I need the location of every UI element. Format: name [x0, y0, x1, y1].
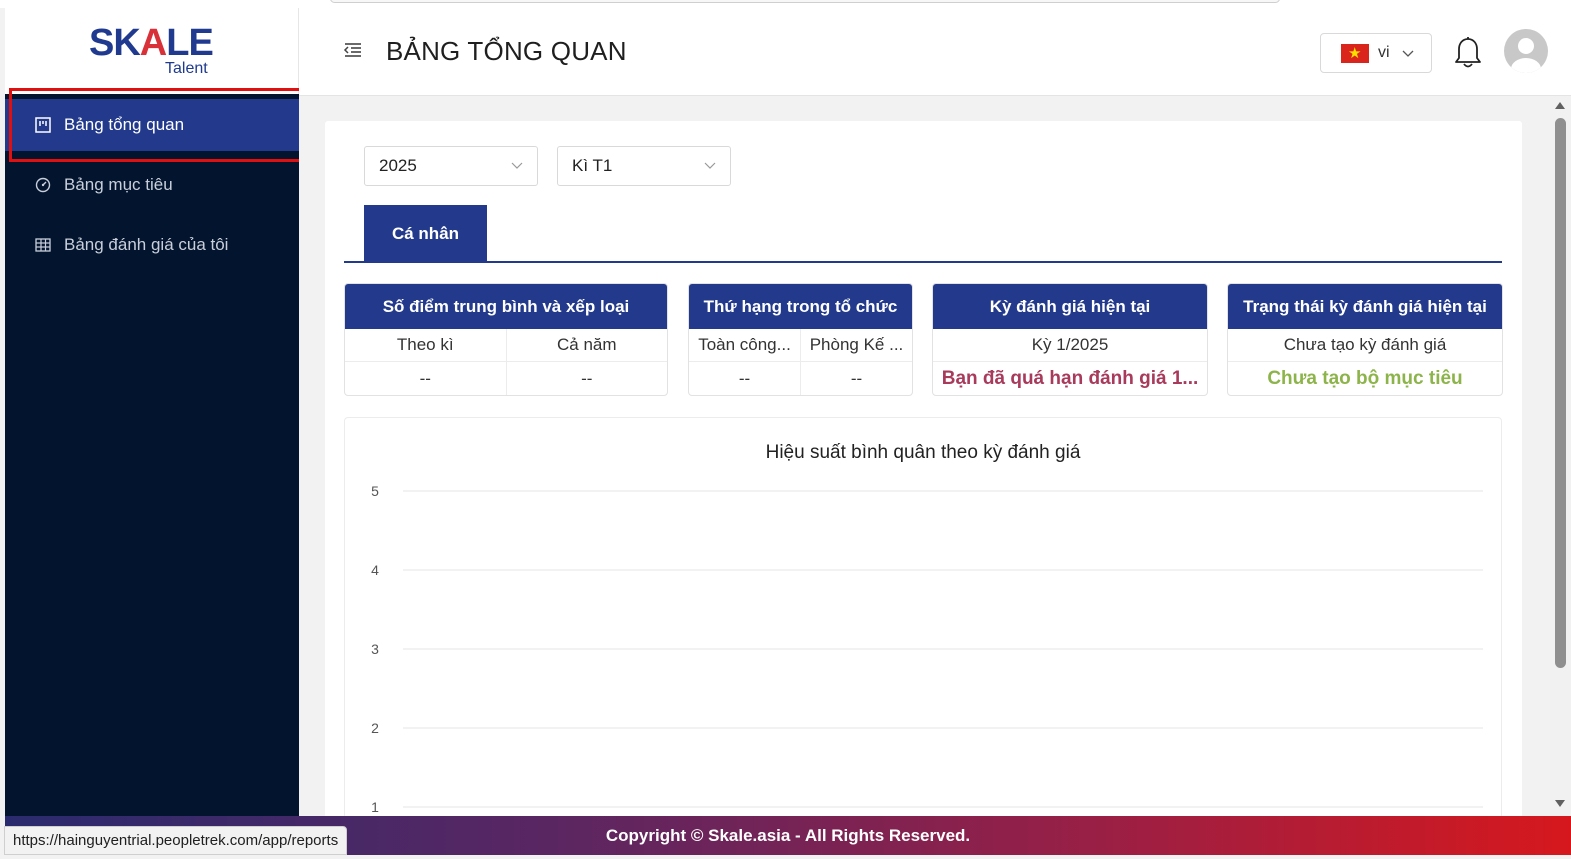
- stat-title: Kỳ đánh giá hiện tại: [933, 284, 1207, 329]
- overdue-warning[interactable]: Bạn đã quá hạn đánh giá 1...: [933, 362, 1207, 395]
- stat-col-label: Phòng Kế ...: [800, 329, 912, 361]
- period-select-value: Kì T1: [572, 156, 613, 175]
- stat-title: Trạng thái kỳ đánh giá hiện tại: [1228, 284, 1502, 329]
- chart-y-tick-label: 2: [371, 720, 379, 736]
- copyright-text: Copyright © Skale.asia - All Rights Rese…: [605, 825, 971, 845]
- year-select-value: 2025: [379, 156, 417, 175]
- bell-icon[interactable]: [1453, 36, 1483, 70]
- sidebar-item-goals[interactable]: Bảng mục tiêu: [5, 159, 299, 211]
- scroll-up-arrow-icon[interactable]: [1555, 102, 1565, 109]
- year-select[interactable]: 2025: [364, 146, 538, 186]
- logo[interactable]: SKALE Talent: [5, 8, 299, 94]
- status-bar-url: https://hainguyentrial.peopletrek.com/ap…: [4, 826, 348, 855]
- chevron-down-icon: [704, 162, 716, 169]
- scroll-down-arrow-icon[interactable]: [1555, 800, 1565, 807]
- period-select[interactable]: Kì T1: [557, 146, 731, 186]
- chart-y-tick-label: 5: [371, 483, 379, 499]
- main-content: 2025 Kì T1 Cá nhân Số điểm trung bình và…: [299, 96, 1550, 837]
- dashboard-icon: [35, 117, 51, 133]
- table-icon: [35, 238, 51, 252]
- scrollbar[interactable]: [1550, 96, 1571, 816]
- language-selector[interactable]: ★ vi: [1320, 33, 1432, 73]
- goal-status: Chưa tạo bộ mục tiêu: [1267, 367, 1463, 389]
- stat-current-period: Kỳ đánh giá hiện tại Kỳ 1/2025 Bạn đã qu…: [932, 283, 1208, 396]
- chart-y-tick-label: 4: [371, 562, 379, 578]
- menu-collapse-icon[interactable]: [343, 40, 363, 60]
- vietnam-flag-icon: ★: [1341, 43, 1369, 63]
- sidebar: SKALE Talent Bảng tổng quan Bảng mục tiê…: [5, 8, 299, 816]
- sidebar-item-my-reviews[interactable]: Bảng đánh giá của tôi: [5, 219, 299, 271]
- stat-value: --: [419, 368, 431, 388]
- chevron-down-icon: [1402, 50, 1414, 57]
- logo-subtitle: Talent: [165, 60, 208, 77]
- sidebar-item-label: Bảng tổng quan: [64, 115, 185, 134]
- chevron-down-icon: [511, 162, 523, 169]
- sidebar-item-label: Bảng đánh giá của tôi: [64, 235, 229, 254]
- stat-value: --: [738, 368, 751, 388]
- stat-average-score: Số điểm trung bình và xếp loại Theo kì C…: [344, 283, 668, 396]
- browser-top-strip: [0, 0, 1571, 8]
- stat-value: Kỳ 1/2025: [1031, 335, 1109, 354]
- stat-current-status: Trạng thái kỳ đánh giá hiện tại Chưa tạo…: [1227, 283, 1503, 396]
- scroll-thumb[interactable]: [1555, 118, 1566, 668]
- page-title: BẢNG TỔNG QUAN: [386, 36, 627, 66]
- stat-col-label: Theo kì: [396, 335, 454, 354]
- stat-value: Chưa tạo kỳ đánh giá: [1283, 335, 1447, 354]
- chart-y-tick-label: 3: [371, 641, 379, 657]
- logo-wordmark: SKALE: [89, 22, 214, 64]
- dashboard-card: 2025 Kì T1 Cá nhân Số điểm trung bình và…: [325, 121, 1522, 837]
- chart-plot: 5 4 3 2 1: [371, 483, 1483, 815]
- sidebar-item-dashboard[interactable]: Bảng tổng quan: [5, 99, 299, 151]
- tab-underline: [344, 261, 1502, 263]
- tab-personal[interactable]: Cá nhân: [364, 205, 487, 262]
- language-code: vi: [1378, 44, 1390, 61]
- stat-value: --: [505, 362, 668, 395]
- stat-value: --: [800, 362, 912, 395]
- user-icon: [1511, 38, 1541, 73]
- performance-chart: Hiệu suất bình quân theo kỳ đánh giá 543…: [344, 417, 1502, 837]
- sidebar-item-label: Bảng mục tiêu: [64, 175, 173, 194]
- chart-y-tick-label: 1: [371, 799, 379, 815]
- stat-col-label: Toàn công...: [698, 335, 791, 354]
- stat-title: Số điểm trung bình và xếp loại: [345, 284, 667, 329]
- header: BẢNG TỔNG QUAN ★ vi: [299, 8, 1571, 96]
- stat-col-label: Cả năm: [505, 329, 668, 361]
- avatar[interactable]: [1504, 29, 1548, 73]
- browser-frame: SKALE Talent Bảng tổng quan Bảng mục tiê…: [0, 0, 1571, 859]
- gauge-icon: [35, 177, 51, 193]
- stat-org-rank: Thứ hạng trong tổ chức Toàn công... Phòn…: [688, 283, 913, 396]
- stat-title: Thứ hạng trong tổ chức: [689, 284, 912, 329]
